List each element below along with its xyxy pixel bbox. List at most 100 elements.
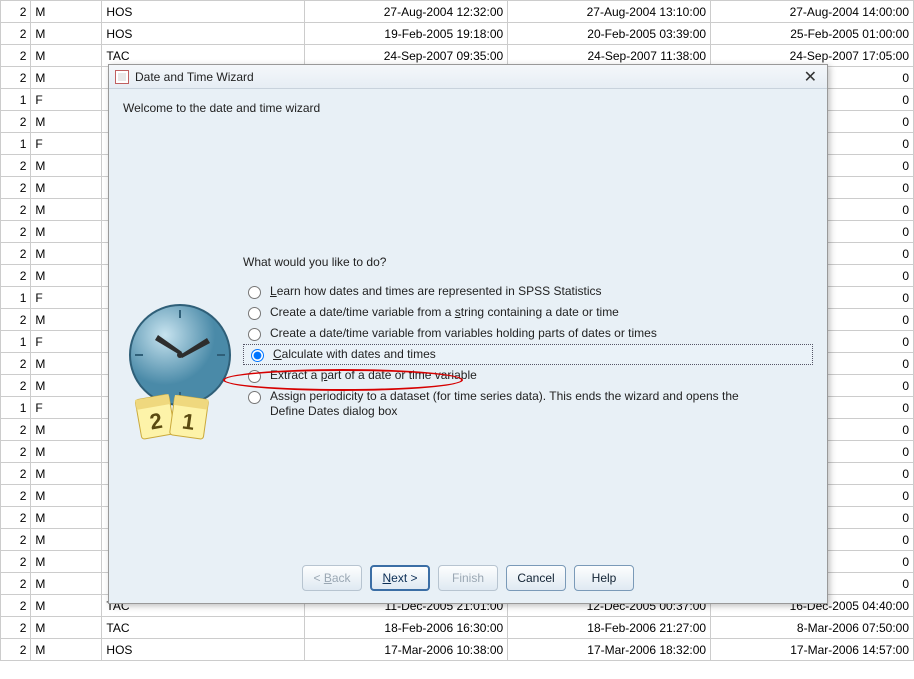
cancel-button[interactable]: Cancel bbox=[506, 565, 566, 591]
cell[interactable]: 2 bbox=[1, 243, 31, 265]
cell[interactable]: 2 bbox=[1, 67, 31, 89]
cell[interactable]: 1 bbox=[1, 397, 31, 419]
option-periodicity[interactable]: Assign periodicity to a dataset (for tim… bbox=[243, 386, 813, 422]
cell[interactable]: 2 bbox=[1, 617, 31, 639]
cell[interactable]: 1 bbox=[1, 287, 31, 309]
radio-calculate[interactable] bbox=[251, 349, 264, 362]
cell[interactable]: M bbox=[31, 551, 102, 573]
cell[interactable]: 27-Aug-2004 12:32:00 bbox=[305, 1, 508, 23]
cell[interactable]: M bbox=[31, 67, 102, 89]
cell[interactable]: 2 bbox=[1, 45, 31, 67]
date-time-wizard-dialog: Date and Time Wizard ✕ Welcome to the da… bbox=[108, 64, 828, 604]
cell[interactable]: 2 bbox=[1, 639, 31, 661]
cell[interactable]: M bbox=[31, 265, 102, 287]
cell[interactable]: M bbox=[31, 45, 102, 67]
back-button: < BBackack bbox=[302, 565, 362, 591]
option-create-from-parts[interactable]: Create a date/time variable from variabl… bbox=[243, 323, 813, 344]
cell[interactable]: 18-Feb-2006 16:30:00 bbox=[305, 617, 508, 639]
table-row[interactable]: 2MHOS17-Mar-2006 10:38:0017-Mar-2006 18:… bbox=[1, 639, 914, 661]
cell[interactable]: M bbox=[31, 639, 102, 661]
table-row[interactable]: 2MHOS27-Aug-2004 12:32:0027-Aug-2004 13:… bbox=[1, 1, 914, 23]
cell[interactable]: F bbox=[31, 89, 102, 111]
cell[interactable]: HOS bbox=[102, 1, 305, 23]
dialog-titlebar[interactable]: Date and Time Wizard ✕ bbox=[109, 65, 827, 89]
cell[interactable]: M bbox=[31, 23, 102, 45]
radio-create-string[interactable] bbox=[248, 307, 261, 320]
cell[interactable]: F bbox=[31, 397, 102, 419]
radio-learn[interactable] bbox=[248, 286, 261, 299]
cell[interactable]: M bbox=[31, 595, 102, 617]
cell[interactable]: M bbox=[31, 617, 102, 639]
cell[interactable]: 17-Mar-2006 14:57:00 bbox=[711, 639, 914, 661]
cell[interactable]: 2 bbox=[1, 441, 31, 463]
cell[interactable]: 18-Feb-2006 21:27:00 bbox=[508, 617, 711, 639]
help-button[interactable]: Help bbox=[574, 565, 634, 591]
cell[interactable]: M bbox=[31, 199, 102, 221]
cell[interactable]: M bbox=[31, 111, 102, 133]
table-row[interactable]: 2MHOS19-Feb-2005 19:18:0020-Feb-2005 03:… bbox=[1, 23, 914, 45]
cell[interactable]: 2 bbox=[1, 265, 31, 287]
cell[interactable]: 2 bbox=[1, 529, 31, 551]
cell[interactable]: TAC bbox=[102, 617, 305, 639]
cell[interactable]: HOS bbox=[102, 23, 305, 45]
cell[interactable]: 2 bbox=[1, 199, 31, 221]
cell[interactable]: 1 bbox=[1, 331, 31, 353]
cell[interactable]: 2 bbox=[1, 155, 31, 177]
cell[interactable]: 2 bbox=[1, 595, 31, 617]
cell[interactable]: 2 bbox=[1, 375, 31, 397]
cell[interactable]: 25-Feb-2005 01:00:00 bbox=[711, 23, 914, 45]
radio-extract[interactable] bbox=[248, 370, 261, 383]
cell[interactable]: M bbox=[31, 463, 102, 485]
cell[interactable]: 8-Mar-2006 07:50:00 bbox=[711, 617, 914, 639]
cell[interactable]: M bbox=[31, 155, 102, 177]
cell[interactable]: M bbox=[31, 419, 102, 441]
cell[interactable]: 27-Aug-2004 14:00:00 bbox=[711, 1, 914, 23]
cell[interactable]: 27-Aug-2004 13:10:00 bbox=[508, 1, 711, 23]
cell[interactable]: 1 bbox=[1, 89, 31, 111]
cell[interactable]: 2 bbox=[1, 507, 31, 529]
radio-create-parts[interactable] bbox=[248, 328, 261, 341]
cell[interactable]: M bbox=[31, 485, 102, 507]
cell[interactable]: 2 bbox=[1, 353, 31, 375]
close-icon[interactable]: ✕ bbox=[800, 67, 821, 87]
cell[interactable]: M bbox=[31, 529, 102, 551]
cell[interactable]: M bbox=[31, 573, 102, 595]
wizard-options: Learn how dates and times are represente… bbox=[243, 281, 813, 422]
cell[interactable]: 2 bbox=[1, 419, 31, 441]
cell[interactable]: 2 bbox=[1, 177, 31, 199]
option-extract[interactable]: Extract a part of a date or time variabl… bbox=[243, 365, 813, 386]
cell[interactable]: F bbox=[31, 331, 102, 353]
cell[interactable]: HOS bbox=[102, 639, 305, 661]
cell[interactable]: F bbox=[31, 287, 102, 309]
cell[interactable]: M bbox=[31, 353, 102, 375]
cell[interactable]: M bbox=[31, 309, 102, 331]
cell[interactable]: M bbox=[31, 177, 102, 199]
cell[interactable]: M bbox=[31, 375, 102, 397]
cell[interactable]: 2 bbox=[1, 221, 31, 243]
cell[interactable]: 2 bbox=[1, 573, 31, 595]
option-calculate[interactable]: Calculate with dates and times bbox=[243, 344, 813, 365]
cell[interactable]: M bbox=[31, 507, 102, 529]
cell[interactable]: 2 bbox=[1, 463, 31, 485]
next-button[interactable]: Next > bbox=[370, 565, 430, 591]
cell[interactable]: 20-Feb-2005 03:39:00 bbox=[508, 23, 711, 45]
cell[interactable]: M bbox=[31, 221, 102, 243]
option-create-from-string[interactable]: Create a date/time variable from a strin… bbox=[243, 302, 813, 323]
cell[interactable]: 2 bbox=[1, 551, 31, 573]
cell[interactable]: M bbox=[31, 1, 102, 23]
cell[interactable]: M bbox=[31, 243, 102, 265]
cell[interactable]: 2 bbox=[1, 111, 31, 133]
cell[interactable]: 2 bbox=[1, 23, 31, 45]
radio-periodicity[interactable] bbox=[248, 391, 261, 404]
cell[interactable]: 1 bbox=[1, 133, 31, 155]
cell[interactable]: M bbox=[31, 441, 102, 463]
cell[interactable]: F bbox=[31, 133, 102, 155]
cell[interactable]: 17-Mar-2006 10:38:00 bbox=[305, 639, 508, 661]
cell[interactable]: 17-Mar-2006 18:32:00 bbox=[508, 639, 711, 661]
cell[interactable]: 2 bbox=[1, 309, 31, 331]
table-row[interactable]: 2MTAC18-Feb-2006 16:30:0018-Feb-2006 21:… bbox=[1, 617, 914, 639]
cell[interactable]: 2 bbox=[1, 485, 31, 507]
cell[interactable]: 2 bbox=[1, 1, 31, 23]
option-learn[interactable]: Learn how dates and times are represente… bbox=[243, 281, 813, 302]
cell[interactable]: 19-Feb-2005 19:18:00 bbox=[305, 23, 508, 45]
